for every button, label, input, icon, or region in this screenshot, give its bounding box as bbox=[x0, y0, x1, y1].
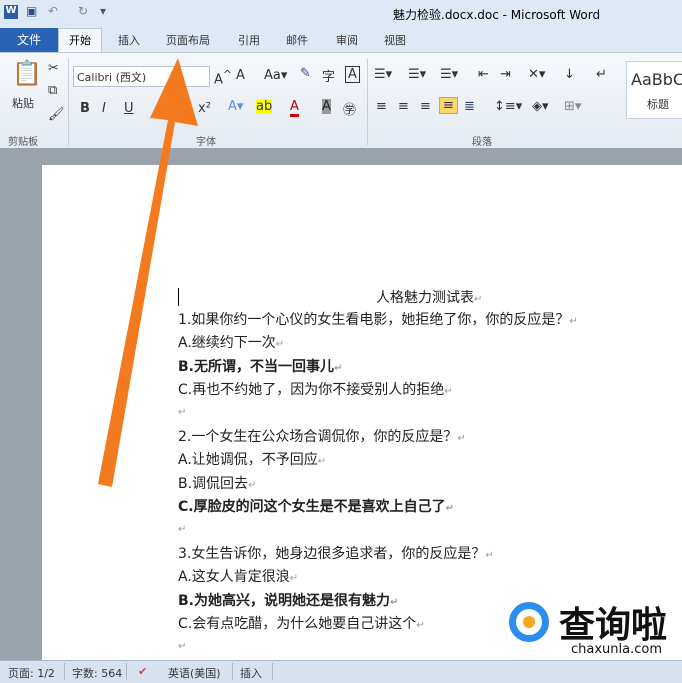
watermark-logo-icon bbox=[509, 602, 549, 642]
watermark-name: 查询啦 bbox=[559, 605, 668, 646]
watermark: 查询啦 chaxunla.com bbox=[505, 596, 675, 660]
orange-arrow bbox=[98, 58, 198, 487]
watermark-url: chaxunla.com bbox=[571, 642, 662, 657]
